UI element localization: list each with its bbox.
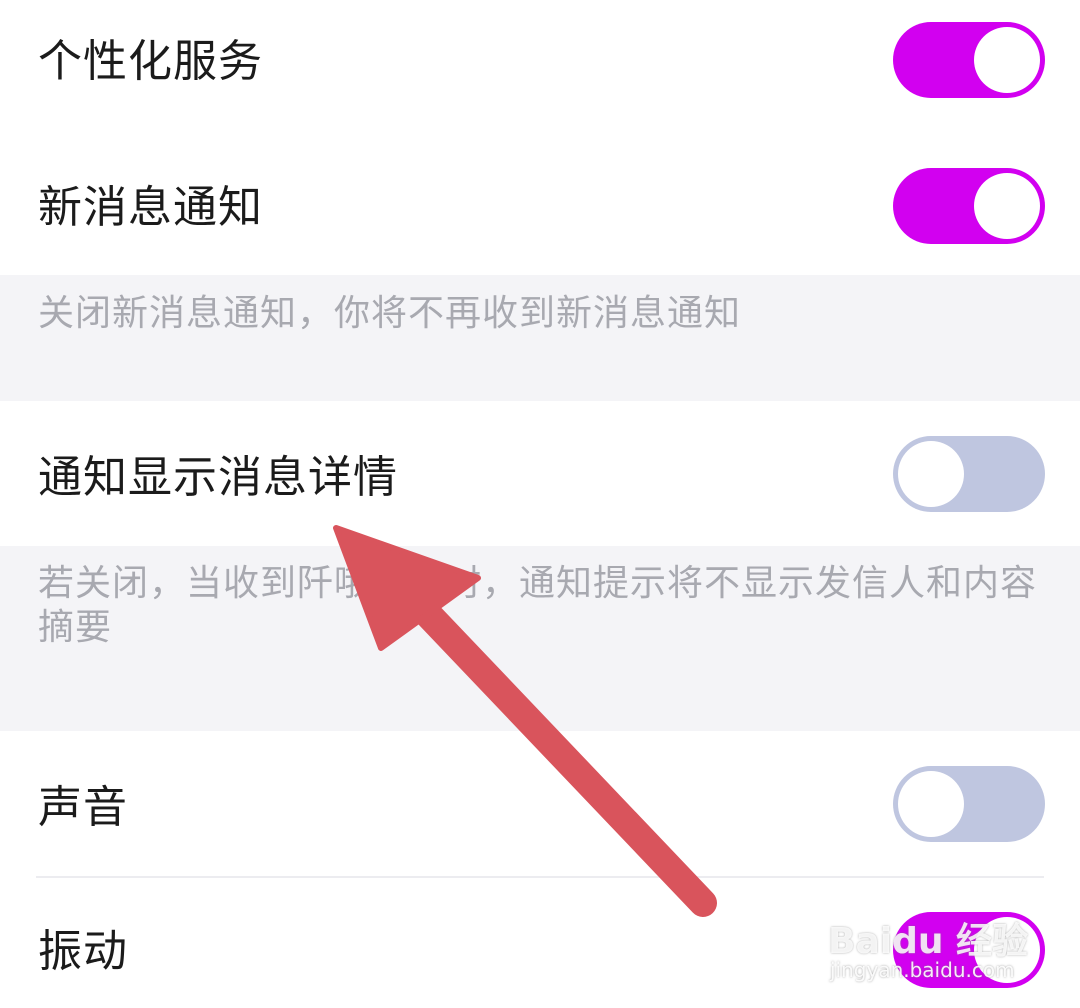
vibrate-label: 振动 — [38, 926, 128, 977]
setting-row-new-message-notify: 新消息通知 — [0, 130, 1080, 275]
sound-toggle[interactable] — [893, 766, 1045, 842]
toggle-knob — [974, 173, 1040, 239]
setting-row-sound: 声音 — [0, 731, 1080, 877]
show-message-detail-hint-band: 若关闭，当收到阡哦消息时，通知提示将不显示发信人和内容摘要 — [0, 546, 1080, 731]
new-message-notify-toggle[interactable] — [893, 168, 1045, 244]
sound-label: 声音 — [38, 782, 128, 833]
new-message-notify-label: 新消息通知 — [38, 182, 263, 233]
show-message-detail-toggle[interactable] — [893, 436, 1045, 512]
personalized-service-toggle[interactable] — [893, 22, 1045, 98]
setting-row-personalized-service: 个性化服务 — [0, 0, 1080, 130]
toggle-knob — [898, 441, 964, 507]
show-message-detail-hint: 若关闭，当收到阡哦消息时，通知提示将不显示发信人和内容摘要 — [38, 563, 1038, 648]
setting-row-vibrate: 振动 — [0, 878, 1080, 1008]
toggle-knob — [974, 27, 1040, 93]
vibrate-toggle[interactable] — [893, 912, 1045, 988]
toggle-knob — [974, 917, 1040, 983]
toggle-knob — [898, 771, 964, 837]
personalized-service-label: 个性化服务 — [38, 36, 263, 87]
new-message-notify-hint: 关闭新消息通知，你将不再收到新消息通知 — [38, 293, 742, 334]
show-message-detail-label: 通知显示消息详情 — [38, 452, 398, 503]
new-message-notify-hint-band: 关闭新消息通知，你将不再收到新消息通知 — [0, 275, 1080, 401]
setting-row-show-message-detail: 通知显示消息详情 — [0, 401, 1080, 546]
